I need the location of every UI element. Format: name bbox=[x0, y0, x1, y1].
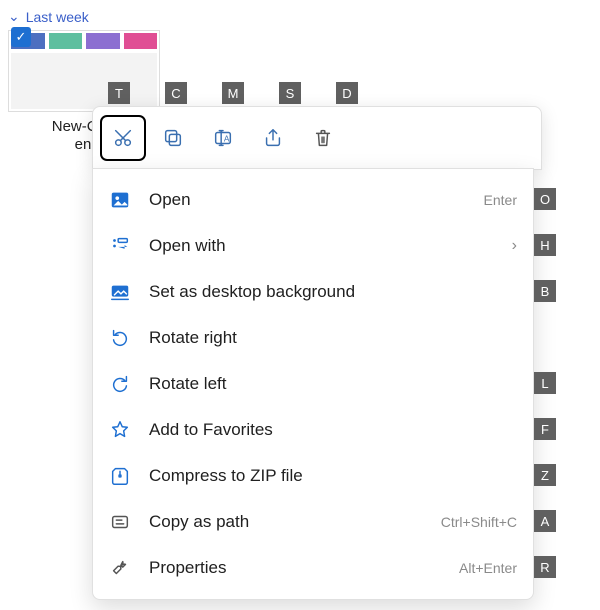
copy-path-icon bbox=[109, 511, 131, 533]
key-hint-cut: T bbox=[108, 82, 130, 104]
zip-icon bbox=[109, 465, 131, 487]
menu-item-compress[interactable]: Compress to ZIP file bbox=[97, 453, 529, 499]
menu-item-open[interactable]: Open Enter bbox=[97, 177, 529, 223]
key-hint-properties: R bbox=[534, 556, 556, 578]
desktop-icon bbox=[109, 281, 131, 303]
picture-icon bbox=[109, 189, 131, 211]
group-header-label: Last week bbox=[26, 9, 89, 25]
rename-icon: A bbox=[212, 127, 234, 149]
rotate-right-icon bbox=[109, 327, 131, 349]
svg-text:A: A bbox=[224, 135, 230, 144]
menu-item-favorites[interactable]: Add to Favorites bbox=[97, 407, 529, 453]
rotate-left-icon bbox=[109, 373, 131, 395]
star-icon bbox=[109, 419, 131, 441]
trash-icon bbox=[312, 127, 334, 149]
key-hint-share: S bbox=[279, 82, 301, 104]
context-toolbar: A bbox=[92, 106, 542, 170]
menu-label: Rotate left bbox=[149, 374, 517, 394]
menu-label: Open bbox=[149, 190, 484, 210]
menu-item-open-with[interactable]: Open with › bbox=[97, 223, 529, 269]
menu-label: Add to Favorites bbox=[149, 420, 517, 440]
chevron-down-icon: ⌄ bbox=[8, 8, 20, 25]
menu-item-rotate-left[interactable]: Rotate left bbox=[97, 361, 529, 407]
menu-label: Rotate right bbox=[149, 328, 517, 348]
cut-button[interactable] bbox=[101, 116, 145, 160]
menu-item-copy-path[interactable]: Copy as path Ctrl+Shift+C bbox=[97, 499, 529, 545]
copy-icon bbox=[162, 127, 184, 149]
menu-accel: Alt+Enter bbox=[459, 560, 517, 576]
open-with-icon bbox=[109, 235, 131, 257]
context-menu: Open Enter Open with › Set as desktop ba… bbox=[92, 168, 534, 600]
menu-label: Properties bbox=[149, 558, 459, 578]
menu-label: Compress to ZIP file bbox=[149, 466, 517, 486]
share-icon bbox=[262, 127, 284, 149]
key-hint-copy-path: A bbox=[534, 510, 556, 532]
key-hint-compress: Z bbox=[534, 464, 556, 486]
menu-item-properties[interactable]: Properties Alt+Enter bbox=[97, 545, 529, 591]
wrench-icon bbox=[109, 557, 131, 579]
key-hint-open-with: H bbox=[534, 234, 556, 256]
key-hint-copy: C bbox=[165, 82, 187, 104]
menu-label: Set as desktop background bbox=[149, 282, 517, 302]
menu-label: Copy as path bbox=[149, 512, 441, 532]
key-hint-set-bg: B bbox=[534, 280, 556, 302]
delete-button[interactable] bbox=[301, 116, 345, 160]
copy-button[interactable] bbox=[151, 116, 195, 160]
menu-item-set-background[interactable]: Set as desktop background bbox=[97, 269, 529, 315]
key-hint-rotate-left: L bbox=[534, 372, 556, 394]
rename-button[interactable]: A bbox=[201, 116, 245, 160]
group-header-last-week[interactable]: ⌄ Last week bbox=[8, 8, 89, 25]
menu-item-rotate-right[interactable]: Rotate right bbox=[97, 315, 529, 361]
share-button[interactable] bbox=[251, 116, 295, 160]
key-hint-delete: D bbox=[336, 82, 358, 104]
menu-accel: Ctrl+Shift+C bbox=[441, 514, 517, 530]
chevron-right-icon: › bbox=[512, 237, 517, 255]
key-hint-rename: M bbox=[222, 82, 244, 104]
selected-checkmark-icon: ✓ bbox=[11, 27, 31, 47]
thumbnail-image: ✓ bbox=[8, 30, 160, 112]
key-hint-open: O bbox=[534, 188, 556, 210]
key-hint-favorites: F bbox=[534, 418, 556, 440]
scissors-icon bbox=[112, 127, 134, 149]
menu-accel: Enter bbox=[484, 192, 517, 208]
menu-label: Open with bbox=[149, 236, 512, 256]
